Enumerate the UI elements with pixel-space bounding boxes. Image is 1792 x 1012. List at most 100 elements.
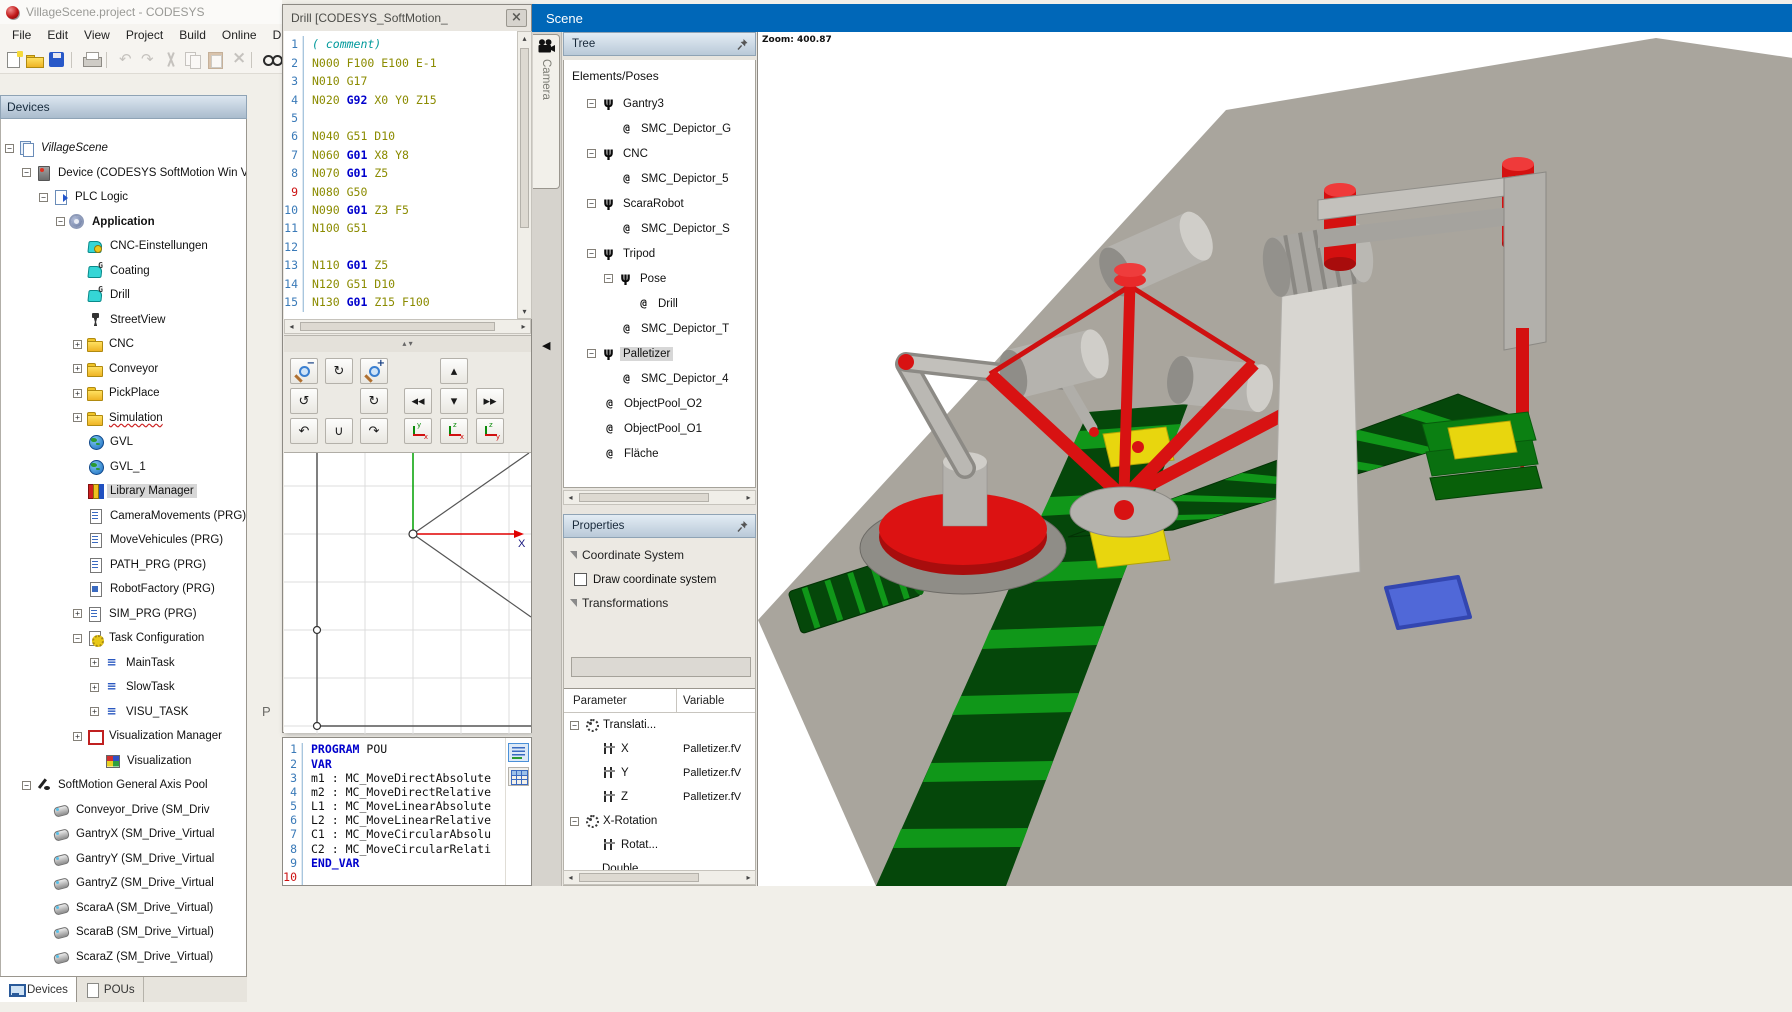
parameter-row[interactable]: YPalletizer.fV xyxy=(564,761,756,785)
plane-yz-button[interactable]: zy xyxy=(476,418,504,444)
undo-icon[interactable] xyxy=(117,51,137,69)
scene-tree-row[interactable]: −ψScaraRobot xyxy=(564,191,755,216)
save-icon[interactable] xyxy=(47,51,67,69)
scene-tree-row[interactable]: @SMC_Depictor_G xyxy=(564,116,755,141)
paste-icon[interactable] xyxy=(205,51,225,69)
scene-3d-viewport[interactable]: Zoom: 400.87 xyxy=(757,32,1792,886)
collapse-icon[interactable]: − xyxy=(570,721,579,730)
expand-icon[interactable]: + xyxy=(90,683,99,692)
collapse-icon[interactable]: − xyxy=(56,217,65,226)
scene-tree-row[interactable]: −ψPalletizer xyxy=(564,341,755,366)
scene-window-titlebar[interactable]: Scene xyxy=(532,4,1792,32)
transformations-input[interactable] xyxy=(571,657,751,677)
scroll-right-icon[interactable] xyxy=(517,320,530,333)
scene-tree-row[interactable]: @ObjectPool_O2 xyxy=(564,391,755,416)
redo-icon[interactable] xyxy=(139,51,159,69)
expand-icon[interactable]: + xyxy=(90,658,99,667)
scroll-up-icon[interactable] xyxy=(518,32,531,45)
scene-tree-row[interactable]: −ψCNC xyxy=(564,141,755,166)
scrollbar-thumb[interactable] xyxy=(579,873,699,882)
menu-item-build[interactable]: Build xyxy=(171,26,214,44)
find-icon[interactable] xyxy=(262,51,282,69)
devices-tree-row[interactable]: +CNC xyxy=(1,332,246,357)
expand-icon[interactable]: + xyxy=(73,413,82,422)
parameter-row[interactable]: XPalletizer.fV xyxy=(564,737,756,761)
scene-tree-row[interactable]: @SMC_Depictor_T xyxy=(564,316,755,341)
cnc-path-preview[interactable]: X xyxy=(284,452,531,733)
zoom-in-button[interactable]: + xyxy=(360,358,388,384)
rotate-view-button[interactable]: ↻ xyxy=(325,358,353,384)
scene-tree-row[interactable]: −ψGantry3 xyxy=(564,91,755,116)
menu-item-project[interactable]: Project xyxy=(118,26,171,44)
scroll-left-icon[interactable] xyxy=(285,320,298,333)
devices-tree-row[interactable]: GantryX (SM_Drive_Virtual xyxy=(1,822,246,847)
devices-tree-row[interactable]: PATH_PRG (PRG) xyxy=(1,553,246,578)
parameter-row[interactable]: Double... xyxy=(564,857,756,870)
cnc-editor-vertical-scrollbar[interactable] xyxy=(517,31,532,319)
step-forward-button[interactable]: ▸▸ xyxy=(476,388,504,414)
rotate-right-button[interactable]: ↻ xyxy=(360,388,388,414)
menu-item-online[interactable]: Online xyxy=(214,26,265,44)
devices-tree-row[interactable]: Library Manager xyxy=(1,479,246,504)
collapse-icon[interactable]: − xyxy=(604,274,613,283)
plane-xy-button[interactable]: yx xyxy=(404,418,432,444)
devices-tree-row[interactable]: −Task Configuration xyxy=(1,626,246,651)
collapse-icon[interactable]: − xyxy=(587,249,596,258)
table-view-button[interactable] xyxy=(508,767,529,786)
collapse-icon[interactable]: − xyxy=(22,781,31,790)
tree-horizontal-scrollbar[interactable] xyxy=(563,490,756,505)
scene-tree-row[interactable]: @SMC_Depictor_4 xyxy=(564,366,755,391)
copy-icon[interactable] xyxy=(183,51,203,69)
devices-tree-row[interactable]: ScaraA (SM_Drive_Virtual) xyxy=(1,896,246,921)
scene-tree-row[interactable]: @ObjectPool_O1 xyxy=(564,416,755,441)
pou-code-editor[interactable]: 1PROGRAM POU2VAR3m1 : MC_MoveDirectAbsol… xyxy=(283,738,505,885)
devices-tree-row[interactable]: ScaraZ (SM_Drive_Virtual) xyxy=(1,945,246,970)
devices-tree-row[interactable]: −Device (CODESYS SoftMotion Win V xyxy=(1,161,246,186)
cut-icon[interactable] xyxy=(161,51,181,69)
draw-coordinate-system-checkbox[interactable] xyxy=(574,573,587,586)
scene-tree-row[interactable]: −ψTripod xyxy=(564,241,755,266)
properties-horizontal-scrollbar[interactable] xyxy=(563,870,756,885)
devices-tree-row[interactable]: MoveVehicules (PRG) xyxy=(1,528,246,553)
parameter-table[interactable]: Parameter Variable −Translati...XPalleti… xyxy=(564,688,756,870)
step-backward-button[interactable]: ◂◂ xyxy=(404,388,432,414)
splitter-handle[interactable]: ▴ ▾ xyxy=(284,335,531,352)
cnc-code-editor[interactable]: 1( comment)2N000 F100 E100 E-13N010 G174… xyxy=(284,31,517,319)
parameter-row[interactable]: Rotat... xyxy=(564,833,756,857)
menu-item-view[interactable]: View xyxy=(76,26,118,44)
devices-tree-row[interactable]: +Simulation xyxy=(1,406,246,431)
collapse-icon[interactable]: − xyxy=(22,168,31,177)
devices-tree-row[interactable]: +≡SlowTask xyxy=(1,675,246,700)
scene-tree-row[interactable]: @Fläche xyxy=(564,441,755,466)
parameter-row[interactable]: −X-Rotation xyxy=(564,809,756,833)
scene-tree[interactable]: Elements/Poses −ψGantry3@SMC_Depictor_G−… xyxy=(563,60,756,488)
tab-devices[interactable]: Devices xyxy=(0,977,77,1002)
plane-xz-button[interactable]: zx xyxy=(440,418,468,444)
devices-tree-row[interactable]: GantryY (SM_Drive_Virtual xyxy=(1,847,246,872)
parameter-row[interactable]: −Translati... xyxy=(564,713,756,737)
scrollbar-thumb[interactable] xyxy=(300,322,495,331)
devices-tree-row[interactable]: CameraMovements (PRG) xyxy=(1,504,246,529)
devices-tree-row[interactable]: RobotFactory (PRG) xyxy=(1,577,246,602)
devices-tree-row[interactable]: Conveyor_Drive (SM_Driv xyxy=(1,798,246,823)
expand-icon[interactable]: + xyxy=(90,707,99,716)
devices-tree-row[interactable]: CNC-Einstellungen xyxy=(1,234,246,259)
collapse-icon[interactable]: − xyxy=(587,149,596,158)
scene-tree-row[interactable]: @SMC_Depictor_5 xyxy=(564,166,755,191)
devices-tree-row[interactable]: Coating xyxy=(1,259,246,284)
tab-pous[interactable]: POUs xyxy=(77,977,144,1002)
collapse-icon[interactable]: − xyxy=(39,193,48,202)
expand-icon[interactable]: + xyxy=(73,389,82,398)
scene-tree-row[interactable]: @Drill xyxy=(564,291,755,316)
collapse-icon[interactable]: − xyxy=(587,349,596,358)
collapse-icon[interactable]: − xyxy=(5,144,14,153)
scroll-right-icon[interactable] xyxy=(742,491,755,504)
pin-icon[interactable] xyxy=(737,38,749,51)
scroll-down-icon[interactable] xyxy=(518,305,531,318)
devices-tree-row[interactable]: +SIM_PRG (PRG) xyxy=(1,602,246,627)
new-file-icon[interactable] xyxy=(3,51,23,69)
devices-tree-row[interactable]: −PLC Logic xyxy=(1,185,246,210)
expand-icon[interactable]: + xyxy=(73,732,82,741)
devices-tree-row[interactable]: −SoftMotion General Axis Pool xyxy=(1,773,246,798)
collapse-icon[interactable]: − xyxy=(587,199,596,208)
